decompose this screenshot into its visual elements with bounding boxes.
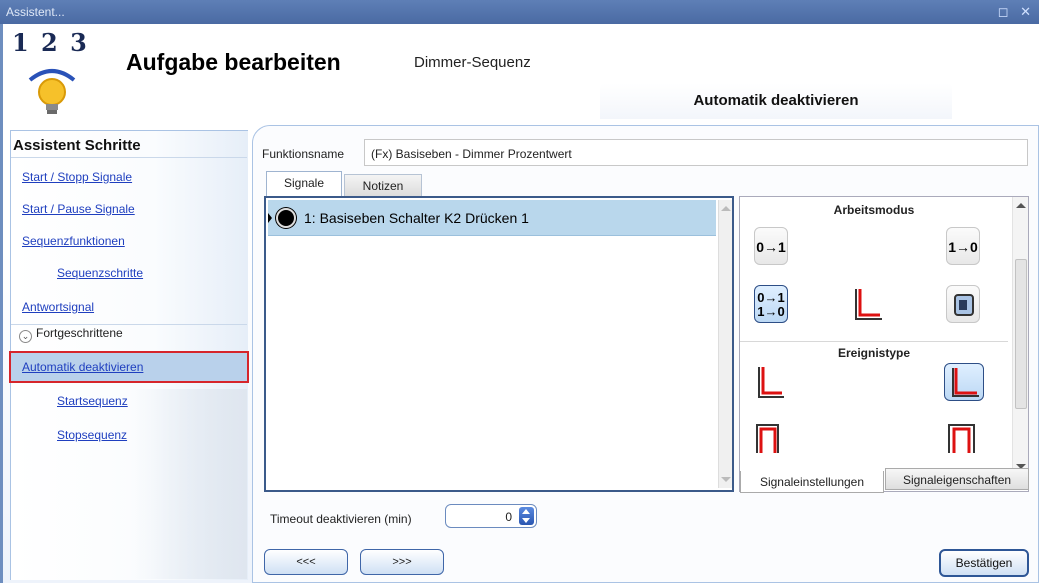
step-sequenzschritte[interactable]: Sequenzschritte [11, 259, 247, 287]
window-titlebar: Assistent... ◻ ✕ [0, 0, 1039, 24]
step-stopsequenz[interactable]: Stopsequenz [11, 421, 247, 449]
next-button[interactable]: >>> [360, 549, 444, 575]
edge-level-icon [952, 368, 979, 397]
signal-label: 1: Basiseben Schalter K2 Drücken 1 [304, 210, 529, 226]
spinner-icon[interactable] [519, 507, 534, 525]
confirm-button[interactable]: Bestätigen [939, 549, 1029, 577]
step-antwortsignal[interactable]: Antwortsignal [11, 293, 247, 321]
mode-header: Arbeitsmodus [833, 203, 915, 217]
step-sequenzfunktionen[interactable]: Sequenzfunktionen [11, 227, 247, 255]
step-startsequenz[interactable]: Startsequenz [11, 387, 247, 415]
scroll-thumb[interactable] [1015, 259, 1027, 409]
page-subtitle: Dimmer-Sequenz [414, 54, 531, 71]
section-tab: Automatik deaktivieren [600, 83, 952, 119]
button-signal-icon [276, 208, 296, 228]
steps-title: Assistent Schritte [13, 137, 141, 154]
level-hold-icon [855, 289, 882, 320]
mode-fall-button[interactable]: 1→0 [946, 227, 980, 265]
edge-low-icon [758, 367, 784, 398]
tab-notizen[interactable]: Notizen [344, 174, 422, 196]
window-controls[interactable]: ◻ ✕ [998, 4, 1035, 20]
device-icon [954, 294, 974, 316]
row-pointer-icon [268, 213, 272, 223]
page-title: Aufgabe bearbeiten [126, 49, 341, 75]
tab-signaleinstellungen[interactable]: Signaleinstellungen [740, 471, 884, 493]
pulse-hold-icon[interactable] [852, 285, 886, 323]
window-title: Assistent... [6, 5, 65, 19]
pulse-alt-icon [948, 424, 975, 453]
step-automatik-deaktivieren[interactable]: Automatik deaktivieren [9, 351, 249, 383]
chevron-down-icon: ⌄ [19, 330, 32, 343]
function-name-label: Funktionsname [262, 147, 345, 161]
event-header: Ereignistype [740, 341, 1008, 360]
signal-list: 1: Basiseben Schalter K2 Drücken 1 [264, 196, 734, 492]
wizard-logo: 1 2 3 [12, 28, 92, 128]
device-mode-button[interactable] [946, 285, 980, 323]
mode-rise-button[interactable]: 0→1 [754, 227, 788, 265]
lightbulb-icon [28, 69, 76, 114]
event-falling-button[interactable] [754, 363, 788, 401]
settings-scrollbar[interactable] [1012, 197, 1028, 473]
tab-signaleigenschaften[interactable]: Signaleigenschaften [885, 468, 1029, 490]
step-start-pause[interactable]: Start / Pause Signale [11, 195, 247, 223]
wizard-steps-panel: Assistent Schritte Start / Stopp Signale… [9, 130, 249, 580]
timeout-label: Timeout deaktivieren (min) [270, 512, 412, 526]
event-pulse-alt-button[interactable] [946, 419, 980, 457]
function-name-field[interactable]: (Fx) Basiseben - Dimmer Prozentwert [364, 139, 1028, 166]
tab-signale[interactable]: Signale [266, 171, 342, 196]
step-start-stopp[interactable]: Start / Stopp Signale [11, 163, 247, 191]
timeout-stepper[interactable]: 0 [445, 504, 537, 528]
mode-both-button[interactable]: 0→1 1→0 [754, 285, 788, 323]
pulse-icon [756, 424, 779, 453]
signal-row[interactable]: 1: Basiseben Schalter K2 Drücken 1 [268, 200, 716, 236]
signal-settings-panel: Arbeitsmodus 0→1 1→0 0→1 1→0 Ereignistype [739, 196, 1029, 492]
event-pulse-button[interactable] [754, 419, 788, 457]
timeout-value: 0 [505, 510, 512, 524]
signal-list-scrollbar[interactable] [718, 200, 732, 488]
advanced-toggle[interactable]: ⌄ Fortgeschrittene [19, 326, 123, 343]
event-level-button[interactable] [944, 363, 984, 401]
back-button[interactable]: <<< [264, 549, 348, 575]
